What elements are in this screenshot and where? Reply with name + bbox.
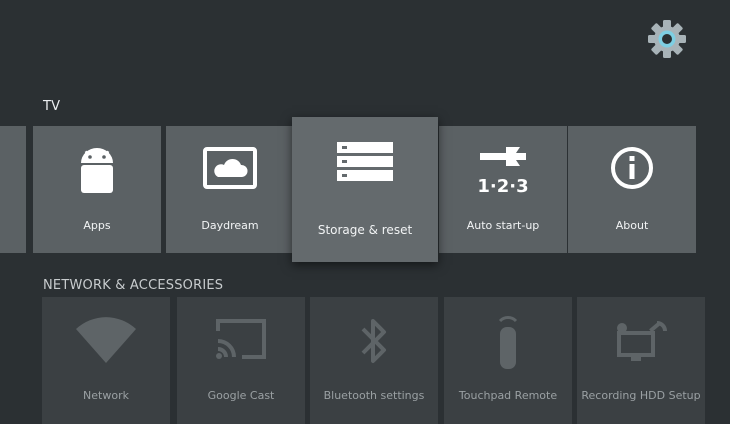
svg-text:1·2·3: 1·2·3 (477, 176, 528, 197)
gear-icon[interactable] (646, 18, 688, 60)
tile-daydream[interactable]: Daydream (166, 126, 294, 253)
cast-icon (216, 319, 266, 359)
wifi-icon (76, 317, 136, 363)
section-title-network: NETWORK & ACCESSORIES (43, 278, 224, 293)
tile-label: Auto start-up (466, 219, 540, 232)
section-title-tv: TV (43, 99, 61, 114)
tile-apps[interactable]: Apps (33, 126, 161, 253)
info-icon (611, 147, 653, 189)
tile-bluetooth-settings[interactable]: Bluetooth settings (310, 297, 438, 424)
tile-label: Apps (83, 219, 111, 232)
tile-partial-offscreen[interactable] (0, 126, 26, 253)
tile-label: Bluetooth settings (323, 389, 425, 402)
tile-storage-reset[interactable]: Storage & reset (292, 117, 438, 262)
tile-recording-hdd-setup[interactable]: Recording HDD Setup (577, 297, 705, 424)
tile-label: About (615, 219, 649, 232)
tile-label: Touchpad Remote (458, 389, 558, 402)
tile-about[interactable]: About (568, 126, 696, 253)
tile-auto-start-up[interactable]: 1·2·3 Auto start-up (439, 126, 567, 253)
tile-label: Network (83, 389, 129, 402)
tile-label: Recording HDD Setup (581, 389, 701, 402)
storage-icon (337, 142, 393, 181)
tile-label: Storage & reset (317, 223, 413, 237)
remote-icon (498, 316, 518, 369)
bluetooth-icon (361, 319, 386, 363)
daydream-icon (203, 147, 257, 189)
tv-record-icon (617, 321, 667, 361)
tile-label: Google Cast (207, 389, 275, 402)
wrench-123-icon: 1·2·3 (477, 147, 529, 197)
tile-touchpad-remote[interactable]: Touchpad Remote (444, 297, 572, 424)
tile-google-cast[interactable]: Google Cast (177, 297, 305, 424)
tile-network[interactable]: Network (42, 297, 170, 424)
tile-label: Daydream (201, 219, 259, 232)
android-icon (81, 148, 113, 193)
